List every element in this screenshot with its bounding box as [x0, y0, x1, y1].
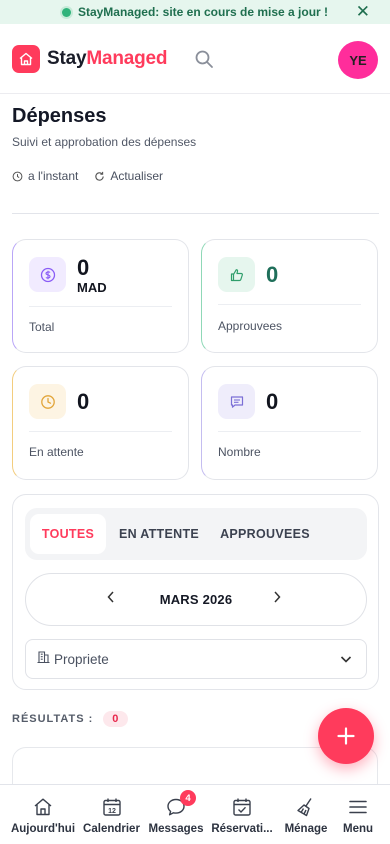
stat-label: Approuvees — [218, 319, 283, 333]
messages-badge: 4 — [180, 790, 196, 806]
status-dot-icon — [61, 7, 71, 17]
results-count-badge: 0 — [103, 711, 129, 727]
stat-card-approved[interactable]: 0 Approuvees — [201, 239, 378, 353]
stat-value: 0 — [266, 262, 279, 287]
stat-card-total[interactable]: 0 MAD Total — [12, 239, 189, 353]
calendar-icon: 12 — [101, 795, 123, 819]
broom-icon — [295, 795, 317, 819]
stat-card-pending[interactable]: 0 En attente — [12, 366, 189, 480]
clock-icon — [29, 384, 66, 419]
nav-label: Réservati... — [211, 823, 273, 835]
stat-label: Total — [29, 320, 55, 334]
refresh-button[interactable]: Actualiser — [94, 169, 163, 183]
chevron-right-icon[interactable] — [272, 589, 282, 610]
brand-part-1: Stay — [47, 48, 87, 69]
page-subtitle: Suivi et approbation des dépenses — [12, 135, 197, 149]
divider — [12, 213, 379, 214]
card-separator — [218, 304, 361, 305]
search-icon[interactable] — [193, 48, 215, 70]
stat-card-count[interactable]: 0 Nombre — [201, 366, 378, 480]
stat-unit: MAD — [77, 280, 107, 295]
chevron-left-icon[interactable] — [106, 589, 116, 610]
results-header: RÉSULTATS : 0 — [12, 711, 129, 727]
tab-approuvees[interactable]: APPROUVEES — [213, 514, 317, 554]
receipt-icon — [218, 384, 255, 419]
last-updated: a l'instant — [28, 169, 79, 183]
nav-label: Menu — [342, 823, 374, 835]
brand-name[interactable]: StayManaged — [47, 48, 167, 70]
status-tabs: TOUTES EN ATTENTE APPROUVEES — [25, 508, 367, 560]
app-header: StayManaged YE — [0, 24, 390, 94]
chat-icon: 4 — [165, 790, 196, 819]
tab-en-attente[interactable]: EN ATTENTE — [113, 514, 205, 554]
nav-item-aujourdhui[interactable]: Aujourd'hui — [8, 785, 78, 844]
nav-label: Ménage — [284, 823, 328, 835]
calendar-day: 12 — [108, 808, 116, 815]
stat-value: 0 — [77, 389, 90, 414]
nav-item-reservations[interactable]: Réservati... — [208, 785, 276, 844]
stat-value: 0 — [77, 255, 90, 280]
nav-item-calendrier[interactable]: 12 Calendrier — [80, 785, 143, 844]
card-separator — [29, 306, 172, 307]
chevron-down-icon — [339, 652, 353, 671]
thumbs-up-icon — [218, 257, 255, 292]
brand-part-2: Managed — [86, 48, 168, 69]
month-selector: MARS 2026 — [25, 573, 367, 626]
nav-item-messages[interactable]: 4 Messages — [146, 785, 206, 844]
avatar[interactable]: YE — [338, 41, 378, 79]
stat-label: Nombre — [218, 445, 261, 459]
update-banner: StayManaged: site en cours de mise a jou… — [0, 0, 390, 24]
home-icon — [32, 795, 54, 819]
plus-icon — [337, 727, 355, 745]
refresh-label: Actualiser — [110, 169, 164, 183]
filter-panel: TOUTES EN ATTENTE APPROUVEES MARS 2026 P… — [12, 494, 379, 690]
nav-label: Aujourd'hui — [10, 823, 76, 835]
nav-item-menu[interactable]: Menu — [336, 785, 380, 844]
building-icon — [36, 649, 51, 669]
banner-text: StayManaged: site en cours de mise a jou… — [77, 5, 329, 19]
card-separator — [218, 431, 361, 432]
tab-toutes[interactable]: TOUTES — [30, 514, 106, 554]
home-logo-icon[interactable] — [12, 45, 40, 73]
property-select[interactable]: Propriete — [25, 639, 367, 679]
close-icon[interactable]: ✕ — [356, 2, 370, 22]
nav-label: Calendrier — [83, 823, 140, 835]
nav-label: Messages — [148, 823, 204, 835]
add-expense-button[interactable] — [318, 708, 374, 764]
card-separator — [29, 431, 172, 432]
nav-item-menage[interactable]: Ménage — [280, 785, 332, 844]
calendar-check-icon — [231, 795, 253, 819]
bottom-nav: Aujourd'hui 12 Calendrier 4 Messages Rés… — [0, 784, 390, 844]
page-title: Dépenses — [12, 105, 107, 127]
refresh-icon — [94, 171, 105, 182]
currency-icon — [29, 257, 66, 292]
menu-icon — [347, 795, 369, 819]
clock-icon — [12, 171, 23, 182]
stat-label: En attente — [29, 445, 84, 459]
month-label: MARS 2026 — [159, 592, 233, 607]
results-label: RÉSULTATS : — [12, 713, 94, 725]
meta-row: a l'instant Actualiser — [12, 169, 163, 183]
property-select-value: Propriete — [54, 651, 109, 667]
stat-value: 0 — [266, 389, 279, 414]
